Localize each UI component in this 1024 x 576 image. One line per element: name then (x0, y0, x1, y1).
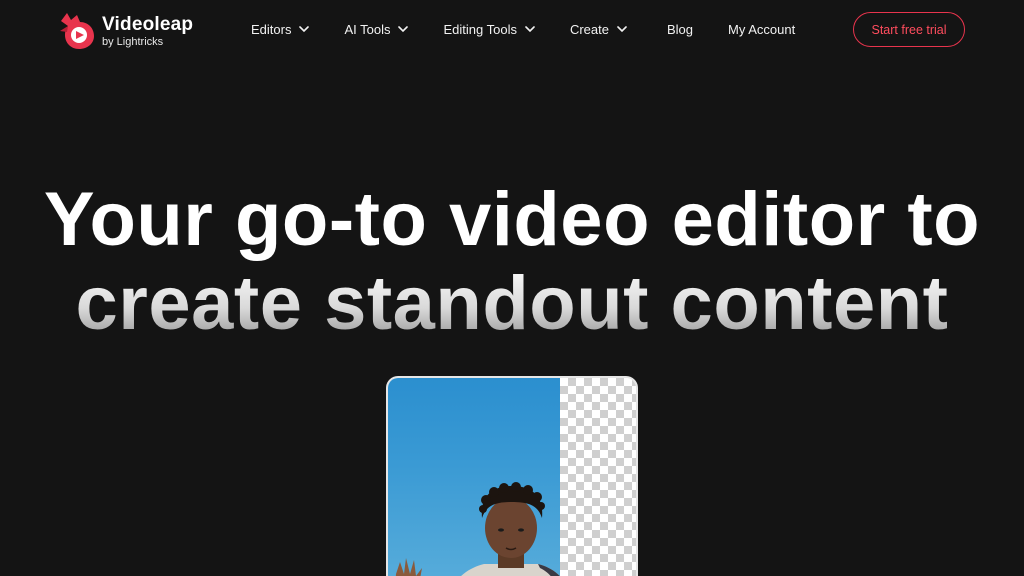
nav-item-label: Create (569, 21, 609, 37)
hero-headline-line-2: create standout content (0, 262, 1024, 346)
nav-item-label: Editing Tools (443, 21, 517, 37)
hero-headline-line-1: Your go-to video editor to (43, 177, 981, 262)
nav-item-label: My Account (728, 21, 796, 37)
nav-item-ai-tools[interactable]: AI Tools (344, 21, 409, 37)
nav-item-editors[interactable]: Editors (251, 21, 310, 37)
nav-item-label: AI Tools (344, 21, 391, 37)
brand-tagline: by Lightricks (102, 35, 164, 48)
brand-name: Videoleap (102, 13, 194, 35)
nav-item-label: Blog (667, 21, 694, 37)
chevron-down-icon (299, 25, 310, 32)
nav-item-blog[interactable]: Blog (667, 22, 693, 37)
chevron-down-icon (398, 25, 409, 32)
videoleap-logo-icon (60, 13, 94, 49)
chevron-down-icon (617, 25, 627, 32)
nav-item-editing-tools[interactable]: Editing Tools (443, 21, 535, 37)
brand-logo[interactable]: Videoleap by Lightricks (58, 9, 193, 53)
nav-item-create[interactable]: Create (570, 22, 627, 37)
editor-preview-frame (386, 376, 638, 576)
hero-headline: Your go-to video editor to create stando… (0, 178, 1024, 346)
chevron-down-icon (525, 25, 535, 32)
main-nav: Editors AI Tools Editing Tools Create Bl… (251, 19, 795, 39)
start-free-trial-button[interactable]: Start free trial (853, 12, 965, 47)
preview-person-image (395, 482, 560, 576)
site-header: Videoleap by Lightricks Editors AI Tools… (0, 0, 1024, 60)
nav-item-my-account[interactable]: My Account (728, 22, 795, 37)
nav-item-label: Editors (251, 21, 292, 37)
